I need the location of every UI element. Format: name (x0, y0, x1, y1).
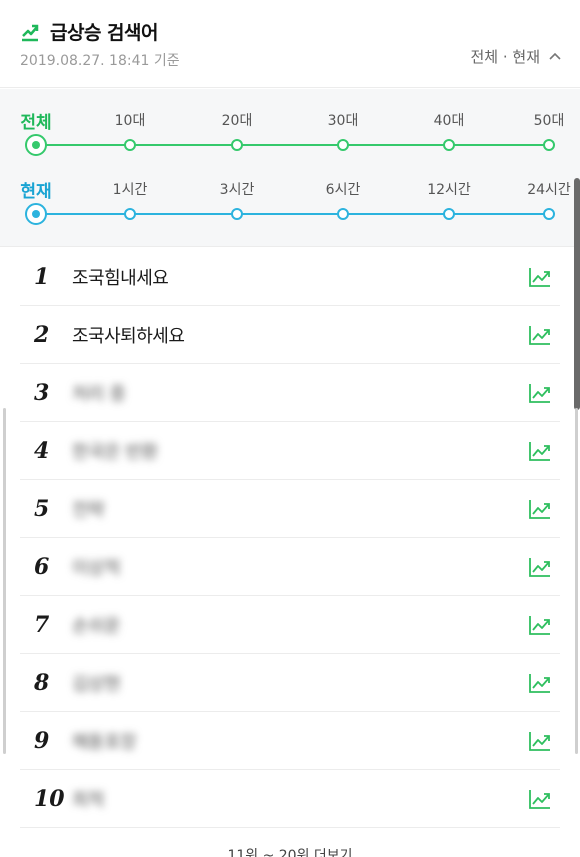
keyword-link[interactable]: 이상적 (72, 554, 121, 580)
age-option-label[interactable]: 20대 (222, 110, 253, 130)
ranking-row[interactable]: 5 전략 (20, 480, 560, 538)
keyword-link[interactable]: 조국힘내세요 (72, 264, 169, 290)
ranking-row[interactable]: 1 조국힘내세요 (20, 248, 560, 306)
rank-number: 1 (34, 263, 50, 290)
scrollbar-track[interactable] (575, 408, 578, 754)
left-edge-track (3, 408, 6, 754)
trending-up-icon[interactable] (528, 440, 552, 462)
scope-label: 전체 · 현재 (470, 48, 540, 66)
time-option-dot[interactable] (543, 208, 555, 220)
ranking-row[interactable]: 3 처리 중 (20, 364, 560, 422)
age-option-label[interactable]: 10대 (115, 110, 146, 130)
rising-chart-icon (22, 24, 39, 41)
trending-up-icon[interactable] (528, 730, 552, 752)
keyword-link[interactable]: 조국사퇴하세요 (72, 322, 185, 348)
time-option-dot[interactable] (337, 208, 349, 220)
trending-up-icon[interactable] (528, 788, 552, 810)
rank-number: 10 (34, 785, 65, 812)
keyword-link[interactable]: 최적 (72, 786, 105, 812)
age-slider-track (36, 144, 550, 146)
trending-up-icon[interactable] (528, 556, 552, 578)
time-filter-slider[interactable]: 현재 1시간 3시간 6시간 12시간 24시간 (0, 173, 580, 225)
age-option-dot[interactable] (231, 139, 243, 151)
age-option-label[interactable]: 30대 (328, 110, 359, 130)
time-option-label[interactable]: 현재 (20, 177, 51, 202)
scrollbar-thumb[interactable] (574, 178, 580, 410)
page-title: 급상승 검색어 (50, 22, 159, 44)
time-option-label[interactable]: 1시간 (113, 179, 148, 199)
scope-toggle-button[interactable]: 전체 · 현재 (470, 46, 562, 67)
time-option-label[interactable]: 24시간 (527, 179, 571, 199)
time-slider-track (36, 213, 550, 215)
age-option-label[interactable]: 50대 (534, 110, 565, 130)
time-option-label[interactable]: 12시간 (427, 179, 471, 199)
keyword-link[interactable]: 손쉬운 (72, 612, 121, 638)
age-option-dot[interactable] (543, 139, 555, 151)
trending-up-icon[interactable] (528, 672, 552, 694)
chevron-up-icon (549, 52, 561, 60)
rank-number: 2 (34, 321, 50, 348)
keyword-link[interactable]: 김상현 (72, 670, 121, 696)
trending-up-icon[interactable] (528, 266, 552, 288)
keyword-link[interactable]: 처리 중 (72, 380, 126, 406)
age-option-dot[interactable] (443, 139, 455, 151)
rank-number: 4 (34, 437, 50, 464)
ranking-row[interactable]: 2 조국사퇴하세요 (20, 306, 560, 364)
ranking-row[interactable]: 9 해돋포장 (20, 712, 560, 770)
age-option-dot[interactable] (124, 139, 136, 151)
ranking-list: 1 조국힘내세요 2 조국사퇴하세요 3 처리 중 4 한국은 반환 5 전략 6 이상적 7 손쉬운 8 김… (20, 248, 560, 828)
age-filter-slider[interactable]: 전체 10대 20대 30대 40대 50대 (0, 103, 580, 156)
timestamp: 2019.08.27. 18:41 기준 (20, 53, 180, 69)
rank-number: 3 (34, 379, 50, 406)
time-option-label[interactable]: 6시간 (326, 179, 361, 199)
age-option-label[interactable]: 전체 (20, 108, 51, 133)
rank-number: 9 (34, 727, 50, 754)
rank-number: 8 (34, 669, 50, 696)
header: 급상승 검색어 2019.08.27. 18:41 기준 전체 · 현재 (0, 0, 580, 88)
trending-up-icon[interactable] (528, 498, 552, 520)
time-option-dot[interactable] (443, 208, 455, 220)
ranking-row[interactable]: 7 손쉬운 (20, 596, 560, 654)
filter-panel: 전체 10대 20대 30대 40대 50대 현재 1시간 3시간 6시간 12시간 24시간 (0, 89, 580, 247)
more-button[interactable]: 11위 ~ 20위 더보기 (0, 845, 580, 857)
ranking-row[interactable]: 8 김상현 (20, 654, 560, 712)
age-option-dot[interactable] (25, 134, 47, 156)
ranking-row[interactable]: 10 최적 (20, 770, 560, 828)
time-option-dot[interactable] (231, 208, 243, 220)
ranking-row[interactable]: 6 이상적 (20, 538, 560, 596)
keyword-link[interactable]: 전략 (72, 496, 105, 522)
trending-up-icon[interactable] (528, 324, 552, 346)
rank-number: 5 (34, 495, 50, 522)
keyword-link[interactable]: 해돋포장 (72, 728, 137, 754)
age-option-label[interactable]: 40대 (434, 110, 465, 130)
keyword-link[interactable]: 한국은 반환 (72, 438, 158, 464)
title-row: 급상승 검색어 (20, 18, 159, 45)
time-option-label[interactable]: 3시간 (220, 179, 255, 199)
rank-number: 7 (34, 611, 50, 638)
time-option-dot[interactable] (124, 208, 136, 220)
rank-number: 6 (34, 553, 50, 580)
trending-up-icon[interactable] (528, 614, 552, 636)
trending-up-icon[interactable] (528, 382, 552, 404)
ranking-row[interactable]: 4 한국은 반환 (20, 422, 560, 480)
age-option-dot[interactable] (337, 139, 349, 151)
time-option-dot[interactable] (25, 203, 47, 225)
